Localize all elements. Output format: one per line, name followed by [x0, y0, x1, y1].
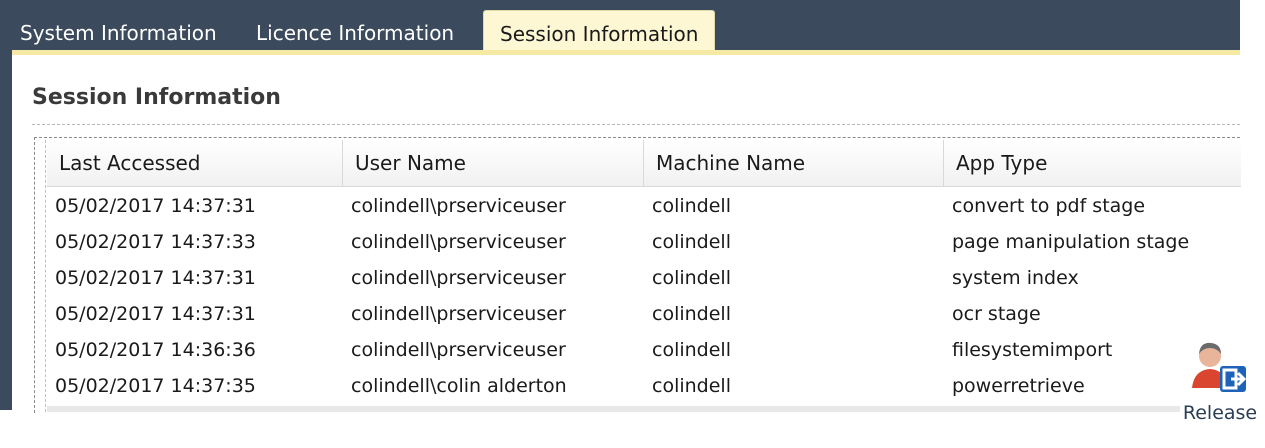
cell-last-accessed: 05/02/2017 14:37:31 [55, 303, 256, 325]
column-header-last-accessed[interactable]: Last Accessed [47, 140, 343, 186]
cell-machine-name: colindell [652, 267, 731, 289]
tab-system-information[interactable]: System Information [20, 10, 217, 50]
user-release-icon [1192, 342, 1247, 392]
grid-rows: 05/02/2017 14:37:31 colindell\prserviceu… [47, 188, 1241, 404]
cell-last-accessed: 05/02/2017 14:37:35 [55, 375, 256, 397]
cell-machine-name: colindell [652, 303, 731, 325]
cell-user-name: colindell\colin alderton [351, 375, 567, 397]
release-button[interactable]: Release [1180, 330, 1265, 440]
table-row[interactable]: 05/02/2017 14:37:31 colindell\prserviceu… [47, 260, 1241, 296]
cell-last-accessed: 05/02/2017 14:37:31 [55, 267, 256, 289]
cell-last-accessed: 05/02/2017 14:37:33 [55, 231, 256, 253]
table-row[interactable]: 05/02/2017 14:37:35 colindell\colin alde… [47, 368, 1241, 404]
cell-app-type: system index [952, 267, 1079, 289]
cell-machine-name: colindell [652, 231, 731, 253]
table-row[interactable]: 05/02/2017 14:37:33 colindell\prserviceu… [47, 224, 1241, 260]
grid-header: Last Accessed User Name Machine Name App… [47, 140, 1241, 187]
cell-machine-name: colindell [652, 375, 731, 397]
column-header-app-type[interactable]: App Type [944, 140, 1241, 186]
release-label: Release [1182, 402, 1258, 424]
column-header-machine-name[interactable]: Machine Name [644, 140, 944, 186]
cell-user-name: colindell\prserviceuser [351, 339, 566, 361]
tab-licence-information[interactable]: Licence Information [256, 10, 454, 50]
cell-last-accessed: 05/02/2017 14:37:31 [55, 195, 256, 217]
session-panel: Session Information Last Accessed User N… [12, 50, 1241, 413]
cell-user-name: colindell\prserviceuser [351, 267, 566, 289]
section-divider [32, 124, 1240, 125]
cell-last-accessed: 05/02/2017 14:36:36 [55, 339, 256, 361]
cell-user-name: colindell\prserviceuser [351, 303, 566, 325]
column-header-user-name[interactable]: User Name [343, 140, 644, 186]
row-selector-gutter [37, 140, 46, 412]
table-row[interactable]: 05/02/2017 14:37:31 colindell\prserviceu… [47, 296, 1241, 332]
cell-machine-name: colindell [652, 195, 731, 217]
cell-app-type: page manipulation stage [952, 231, 1190, 253]
section-title: Session Information [32, 85, 281, 110]
sessions-grid: Last Accessed User Name Machine Name App… [34, 137, 1241, 413]
window-frame: System Information Licence Information S… [0, 0, 1241, 413]
cell-app-type: convert to pdf stage [952, 195, 1146, 217]
cell-machine-name: colindell [652, 339, 731, 361]
table-row[interactable]: 05/02/2017 14:37:31 colindell\prserviceu… [47, 188, 1241, 224]
table-row[interactable]: 05/02/2017 14:36:36 colindell\prserviceu… [47, 332, 1241, 368]
cell-user-name: colindell\prserviceuser [351, 231, 566, 253]
cell-user-name: colindell\prserviceuser [351, 195, 566, 217]
horizontal-scrollbar[interactable] [47, 406, 1241, 412]
cell-app-type: ocr stage [952, 303, 1041, 325]
